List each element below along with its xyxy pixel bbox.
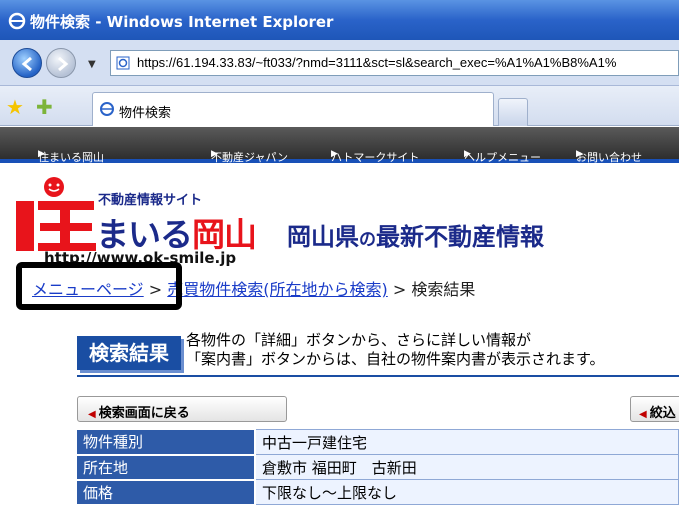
ie-logo-icon bbox=[8, 12, 26, 30]
site-headline: 岡山県の最新不動産情報 bbox=[287, 223, 544, 251]
url-text: https://61.194.33.83/~ft033/?nmd=3111&sc… bbox=[137, 55, 617, 70]
logo-subtitle: 不動産情報サイト bbox=[98, 193, 203, 208]
section-divider bbox=[77, 375, 679, 377]
triangle-left-icon: ◀ bbox=[639, 409, 647, 420]
section-badge: 検索結果 bbox=[77, 336, 181, 370]
history-dropdown-icon[interactable]: ▼ bbox=[88, 59, 96, 70]
arrow-left-icon bbox=[21, 56, 32, 72]
table-row: 価格 下限なし～上限なし bbox=[77, 479, 679, 506]
sumairu-logo-mark bbox=[16, 177, 96, 251]
table-row: 所在地 倉敷市 福田町 古新田 bbox=[77, 454, 679, 481]
arrow-right-icon bbox=[58, 56, 69, 72]
favorites-star-icon[interactable]: ★ bbox=[6, 95, 24, 119]
tab-label: 物件検索 bbox=[119, 106, 172, 121]
narrow-search-button[interactable]: ◀ 絞込 bbox=[630, 396, 679, 422]
tab-active[interactable]: 物件検索 bbox=[92, 92, 494, 126]
window-title-bar: 物件検索 - Windows Internet Explorer bbox=[0, 0, 679, 40]
url-input[interactable]: https://61.194.33.83/~ft033/?nmd=3111&sc… bbox=[110, 50, 679, 76]
window-title: 物件検索 - Windows Internet Explorer bbox=[30, 13, 334, 31]
forward-button[interactable] bbox=[46, 48, 76, 78]
breadcrumb-current: 検索結果 bbox=[411, 280, 476, 299]
section-description: 各物件の「詳細」ボタンから、さらに詳しい情報が 「案内書」ボタンからは、自社の物… bbox=[186, 331, 605, 368]
back-button[interactable] bbox=[12, 48, 42, 78]
search-conditions-table: 物件種別 中古一戸建住宅 所在地 倉敷市 福田町 古新田 価格 下限なし～上限なし bbox=[77, 429, 679, 506]
triangle-left-icon: ◀ bbox=[88, 409, 96, 420]
breadcrumb-search-link[interactable]: 売買物件検索(所在地から検索) bbox=[167, 280, 388, 299]
ie-tab-icon bbox=[100, 102, 114, 116]
site-nav-bar: ▶ 住まいる岡山 ▶ 不動産ジャパン ▶ ハトマークサイト ▶ ヘルプメニュー ▶ お問… bbox=[0, 127, 679, 164]
tab-bar: ★ ✚ 物件検索 bbox=[0, 86, 679, 126]
back-to-search-button[interactable]: ◀ 検索画面に戻る bbox=[77, 396, 287, 422]
new-tab-button[interactable] bbox=[498, 98, 528, 126]
highlight-annotation-box bbox=[16, 262, 182, 310]
add-favorites-icon[interactable]: ✚ bbox=[36, 95, 53, 119]
address-bar: ▼ https://61.194.33.83/~ft033/?nmd=3111&… bbox=[0, 40, 679, 86]
table-row: 物件種別 中古一戸建住宅 bbox=[77, 429, 679, 456]
page-icon bbox=[116, 56, 130, 70]
